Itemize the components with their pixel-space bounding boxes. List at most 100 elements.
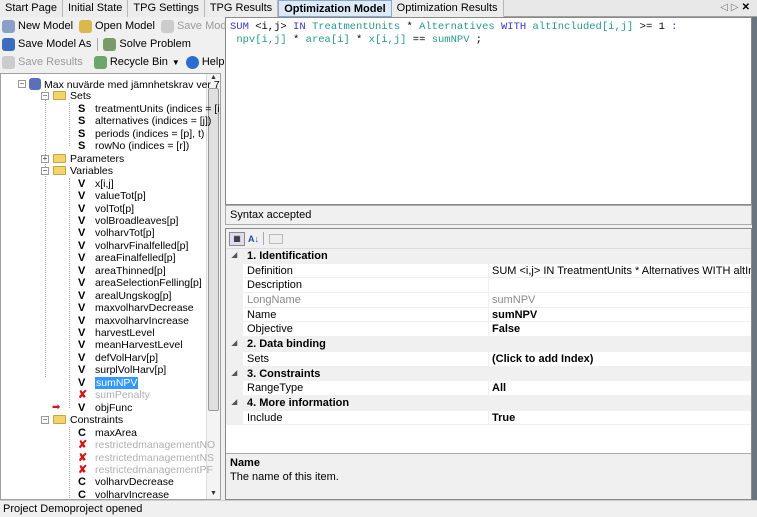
tab-optimization-model[interactable]: Optimization Model [278, 0, 392, 17]
save-results-label: Save Results [18, 56, 83, 68]
expander-icon[interactable]: − [41, 167, 49, 176]
tree-item-set[interactable]: Salternatives (indices = [j]) [78, 115, 211, 127]
tree-item-variable[interactable]: VmaxvolharvDecrease [78, 302, 194, 314]
tree-item-variable[interactable]: VdefVolHarv[p] [78, 352, 158, 364]
tab-prev-icon[interactable]: ◁ [720, 2, 731, 13]
model-tree[interactable]: ▲ ▼ − Max nuvärde med jämnhetskrav ver 7− S… [0, 73, 221, 500]
property-category[interactable]: ◢ 3. Constraints [226, 366, 751, 382]
solve-problem-button[interactable]: Solve Problem [103, 37, 191, 51]
property-value[interactable]: (Click to add Index) [488, 351, 751, 366]
tab-optimization-results[interactable]: Optimization Results [391, 0, 504, 17]
code-token: * [286, 34, 306, 46]
code-token: * [400, 21, 420, 33]
tree-item-set[interactable]: StreatmentUnits (indices = [i]) [78, 103, 220, 115]
tree-item-variable[interactable]: VharvestLevel [78, 327, 155, 339]
expander-icon[interactable]: − [18, 80, 26, 88]
property-row-name[interactable]: Name sumNPV [226, 307, 751, 323]
tree-item-variable[interactable]: VmaxvolharvIncrease [78, 315, 189, 327]
tree-item-constraint[interactable]: CvolharvDecrease [78, 476, 174, 488]
property-row-objective[interactable]: Objective False [226, 322, 751, 338]
tree-item-variable[interactable]: VvolBroadleaves[p] [78, 215, 178, 227]
tab-start-page[interactable]: Start Page [0, 0, 63, 17]
property-value[interactable]: SUM <i,j> IN TreatmentUnits * Alternativ… [488, 263, 751, 278]
chevron-down-icon[interactable]: ▼ [172, 58, 180, 67]
tree-item-variable[interactable]: VareaFinalfelled[p] [78, 252, 176, 264]
tab-tpg-results[interactable]: TPG Results [204, 0, 279, 17]
save-model-as-button[interactable]: Save Model As [2, 37, 91, 51]
save-results-button[interactable]: Save Results [2, 55, 83, 69]
tree-item-set[interactable]: Speriods (indices = [p], t) [78, 128, 204, 140]
tab-tpg-settings[interactable]: TPG Settings [128, 0, 205, 17]
property-pages-icon[interactable] [269, 233, 283, 244]
tab-initial-state[interactable]: Initial State [62, 0, 129, 17]
property-row-include[interactable]: Include True [226, 410, 751, 426]
tree-item-constraint[interactable]: ✘ restrictedmanagementPF [78, 464, 213, 476]
tree-item-constraint[interactable]: ✘ restrictedmanagementNO [78, 439, 215, 451]
tree-item-set[interactable]: SrowNo (indices = [r]) [78, 140, 189, 152]
model-editor[interactable]: SUM <i,j> IN TreatmentUnits * Alternativ… [225, 17, 752, 205]
property-row-longname[interactable]: LongName sumNPV [226, 293, 751, 308]
property-row-rangetype[interactable]: RangeType All [226, 381, 751, 396]
tree-item-variable[interactable]: VsurplVolHarv[p] [78, 364, 166, 376]
collapse-icon[interactable]: ◢ [226, 366, 243, 381]
new-model-button[interactable]: New Model [2, 19, 73, 33]
tree-item-variable[interactable]: VvolTot[p] [78, 203, 134, 215]
tree-item-variable[interactable]: Vx[i,j] [78, 178, 114, 190]
description-text: The name of this item. [230, 471, 339, 483]
tree-item-variable[interactable]: VareaSelectionFelling[p] [78, 277, 202, 289]
property-category[interactable]: ◢ 1. Identification [226, 249, 751, 264]
property-value[interactable]: sumNPV [488, 307, 751, 322]
collapse-icon[interactable]: ◢ [226, 337, 243, 351]
tree-item-variable[interactable]: VsumNPV [78, 376, 139, 389]
code-token: x[i,j] [368, 34, 407, 46]
set-label: periods (indices = [p], t) [95, 127, 205, 140]
property-row-definition[interactable]: Definition SUM <i,j> IN TreatmentUnits * … [226, 263, 751, 279]
tree-item-variable[interactable]: VareaThinned[p] [78, 265, 166, 277]
property-category[interactable]: ◢ 2. Data binding [226, 337, 751, 352]
tree-item-variable[interactable]: VobjFunc ➡ [52, 402, 132, 414]
tree-item-variable[interactable]: VvolharvTot[p] [78, 227, 155, 239]
tree-item-constraint[interactable]: ✘ restrictedmanagementNS [78, 452, 214, 464]
tree-item-variable[interactable]: VvolharvFinalfelled[p] [78, 240, 188, 252]
tree-item-variable[interactable]: ✘ sumPenalty [78, 389, 150, 401]
sort-alphabetical-icon[interactable]: A↓ [248, 234, 259, 244]
gutter [226, 263, 243, 278]
tab-next-icon[interactable]: ▷ [731, 2, 742, 13]
help-button[interactable]: Help [185, 55, 224, 69]
tree-item-variable[interactable]: VarealUngskog[p] [78, 290, 171, 302]
property-category[interactable]: ◢ 4. More information [226, 395, 751, 411]
property-value[interactable]: All [488, 381, 751, 395]
property-value[interactable]: False [488, 322, 751, 337]
property-row-sets[interactable]: Sets (Click to add Index) [226, 351, 751, 367]
recycle-bin-button[interactable]: Recycle Bin ▼ [93, 55, 180, 69]
expander-icon[interactable]: + [41, 154, 49, 163]
save-model-button[interactable]: Save Model [160, 19, 235, 33]
tree-item-constraint[interactable]: CmaxArea [78, 427, 137, 439]
property-name: Name [247, 308, 277, 321]
tree-item-variable[interactable]: VmeanHarvestLevel [78, 339, 183, 351]
collapse-icon[interactable]: ◢ [226, 395, 243, 410]
item-label: volharvTot[p] [95, 227, 155, 240]
tree-root[interactable]: Max nuvärde med jämnhetskrav ver 7 [29, 78, 220, 91]
close-icon[interactable]: ✕ [742, 2, 753, 13]
variable-icon: V [78, 277, 86, 290]
categorized-icon[interactable]: ▦ [229, 231, 245, 246]
tree-node-variables[interactable]: Variables [53, 165, 113, 177]
tree-node-parameters[interactable]: Parameters [53, 153, 124, 165]
tree-node-sets[interactable]: Sets [53, 90, 91, 102]
property-row-description[interactable]: Description [226, 278, 751, 294]
tree-node-constraints[interactable]: Constraints [53, 414, 123, 426]
expander-icon[interactable]: − [41, 92, 49, 101]
property-value[interactable] [488, 278, 751, 293]
open-model-button[interactable]: Open Model [79, 19, 155, 33]
tree-item-variable[interactable]: VvalueTot[p] [78, 190, 146, 202]
code-token: IN [293, 21, 306, 33]
tree-item-constraint[interactable]: CvolharvIncrease [78, 489, 169, 499]
collapse-icon[interactable]: ◢ [226, 249, 243, 263]
expander-icon[interactable]: − [41, 416, 49, 425]
property-value[interactable]: sumNPV [488, 293, 751, 307]
toolbar-row-1: New Model Open Model Save Model [0, 17, 235, 35]
tree-scrollbar[interactable]: ▲ ▼ [206, 74, 220, 499]
property-value[interactable]: True [488, 410, 751, 425]
scrollbar-thumb[interactable] [208, 88, 219, 411]
